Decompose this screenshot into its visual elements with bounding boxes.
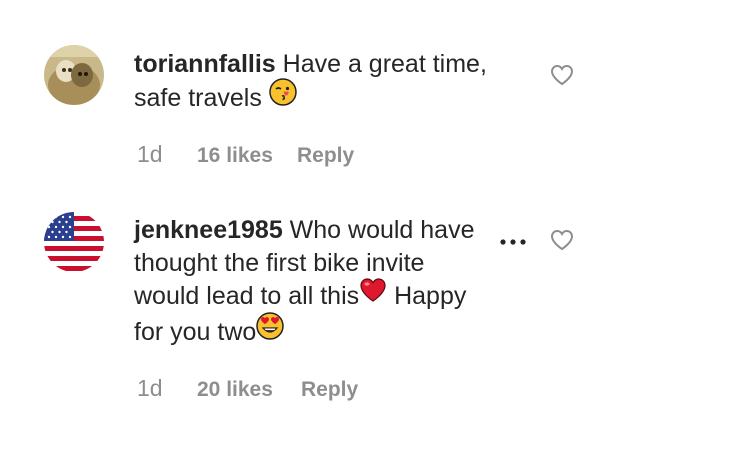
heart-eyes-emoji-icon (256, 312, 285, 349)
comment-timestamp[interactable]: 1d (137, 375, 163, 402)
comment-text-line: Happy (387, 282, 467, 311)
comment-text: toriannfallis Have a great time, safe tr… (134, 48, 494, 118)
comment-username[interactable]: toriannfallis (134, 50, 276, 78)
comment-username[interactable]: jenknee1985 (134, 216, 283, 244)
comment-text-line: would lead to all this (134, 282, 360, 311)
comment-text-line: thought the first bike invite (134, 249, 425, 277)
reply-button[interactable]: Reply (301, 378, 358, 402)
comment-text-line: Have a great time, (275, 50, 487, 78)
comment-text: jenknee1985 Who would have thought the f… (134, 214, 494, 352)
like-heart-icon[interactable] (549, 62, 575, 88)
red-heart-emoji-icon (359, 277, 387, 312)
more-options-icon[interactable] (499, 234, 527, 245)
comment-likes-count[interactable]: 16 likes (197, 144, 273, 168)
comment-text-line: Who would have (282, 216, 475, 244)
like-heart-icon[interactable] (549, 227, 575, 253)
kissing-face-emoji-icon (269, 78, 297, 115)
comment-item: toriannfallis Have a great time, safe tr… (0, 0, 746, 200)
reply-button[interactable]: Reply (297, 144, 354, 168)
avatar[interactable] (44, 212, 104, 272)
comment-timestamp[interactable]: 1d (137, 141, 163, 168)
comment-item: jenknee1985 Who would have thought the f… (0, 200, 746, 452)
comment-text-line: for you two (134, 318, 257, 347)
avatar[interactable] (44, 45, 104, 105)
comment-text-line: safe travels (134, 84, 269, 113)
comment-likes-count[interactable]: 20 likes (197, 378, 273, 402)
